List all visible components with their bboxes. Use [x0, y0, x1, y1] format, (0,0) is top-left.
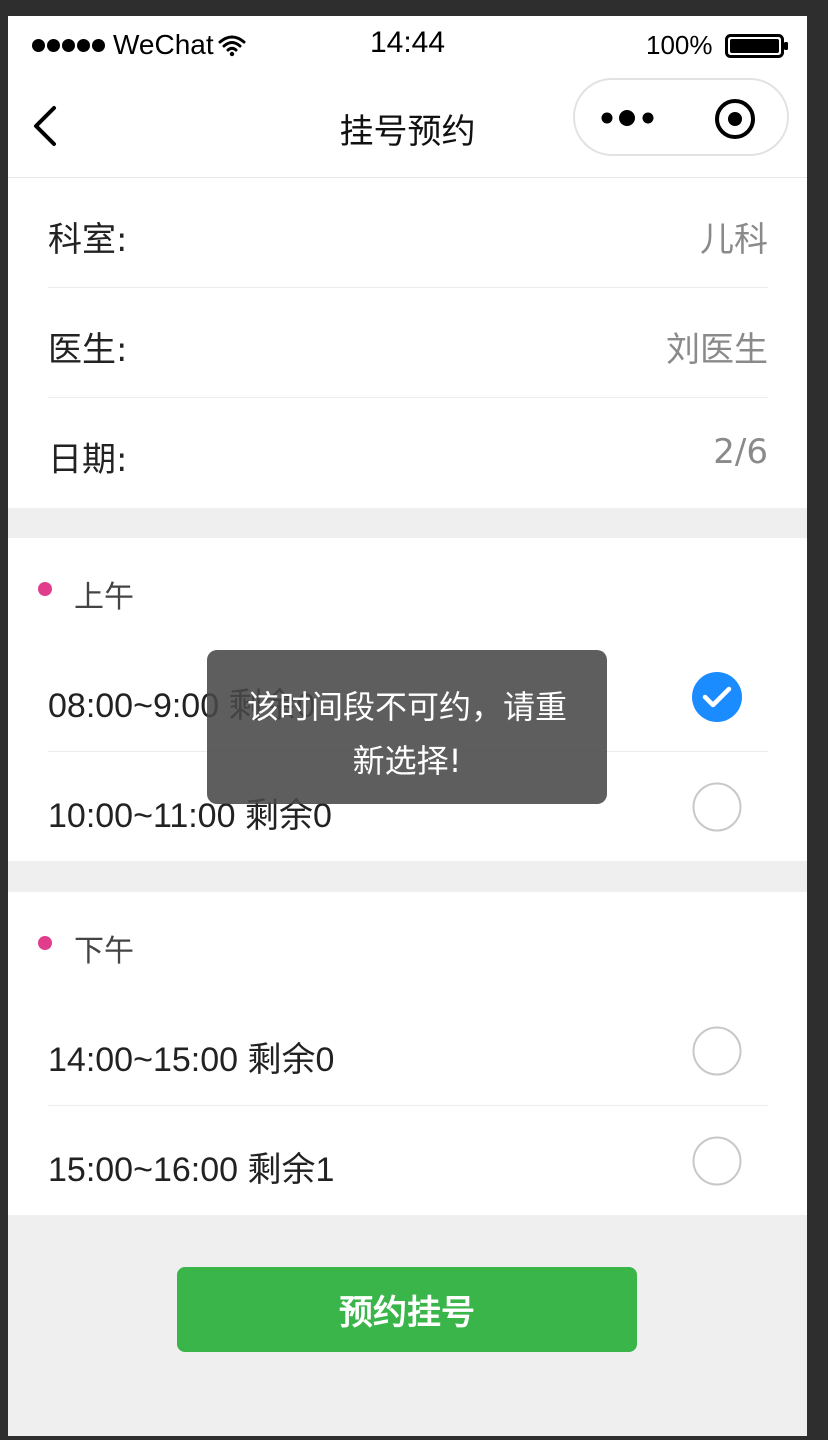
radio-icon[interactable] — [692, 782, 742, 832]
department-value: 儿科 — [700, 220, 768, 260]
afternoon-header: 下午 — [8, 892, 807, 996]
radio-icon[interactable] — [692, 1136, 742, 1186]
afternoon-section: 下午 14:00~15:00 剩余0 15:00~16:00 剩余1 — [8, 892, 807, 1215]
section-dot-icon — [38, 582, 52, 596]
appointment-info: 科室: 儿科 医生: 刘医生 日期: 2/6 — [8, 178, 807, 508]
more-icon[interactable] — [599, 104, 659, 132]
time-slot-1500[interactable]: 15:00~16:00 剩余1 — [48, 1106, 768, 1216]
checked-radio-icon[interactable] — [692, 672, 742, 722]
battery-percent: 100% — [646, 30, 713, 60]
menu-capsule — [573, 78, 789, 156]
phone-screen: WeChat 14:44 100% 挂号预约 科室: 儿科 医生: 刘医生 日期… — [8, 16, 807, 1436]
morning-title: 上午 — [74, 580, 134, 615]
section-dot-icon — [38, 936, 52, 950]
doctor-value: 刘医生 — [666, 330, 768, 370]
book-appointment-button[interactable]: 预约挂号 — [177, 1267, 637, 1352]
capsule-close-icon[interactable] — [713, 97, 757, 141]
date-value: 2/6 — [713, 432, 768, 472]
navigation-bar: 挂号预约 — [8, 74, 807, 178]
date-row: 日期: 2/6 — [48, 398, 768, 508]
date-label: 日期: — [48, 440, 128, 480]
morning-header: 上午 — [8, 538, 807, 642]
battery-icon — [725, 34, 788, 58]
afternoon-title: 下午 — [74, 934, 134, 969]
department-label: 科室: — [48, 220, 128, 260]
slot-label: 14:00~15:00 剩余0 — [48, 1041, 335, 1079]
doctor-label: 医生: — [48, 330, 128, 370]
time-slot-1400[interactable]: 14:00~15:00 剩余0 — [48, 996, 768, 1106]
toast-message: 该时间段不可约，请重新选择! — [207, 650, 607, 804]
radio-icon[interactable] — [692, 1026, 742, 1076]
status-bar: WeChat 14:44 100% — [8, 16, 807, 74]
doctor-row: 医生: 刘医生 — [48, 288, 768, 398]
department-row: 科室: 儿科 — [48, 178, 768, 288]
slot-label: 15:00~16:00 剩余1 — [48, 1151, 335, 1189]
